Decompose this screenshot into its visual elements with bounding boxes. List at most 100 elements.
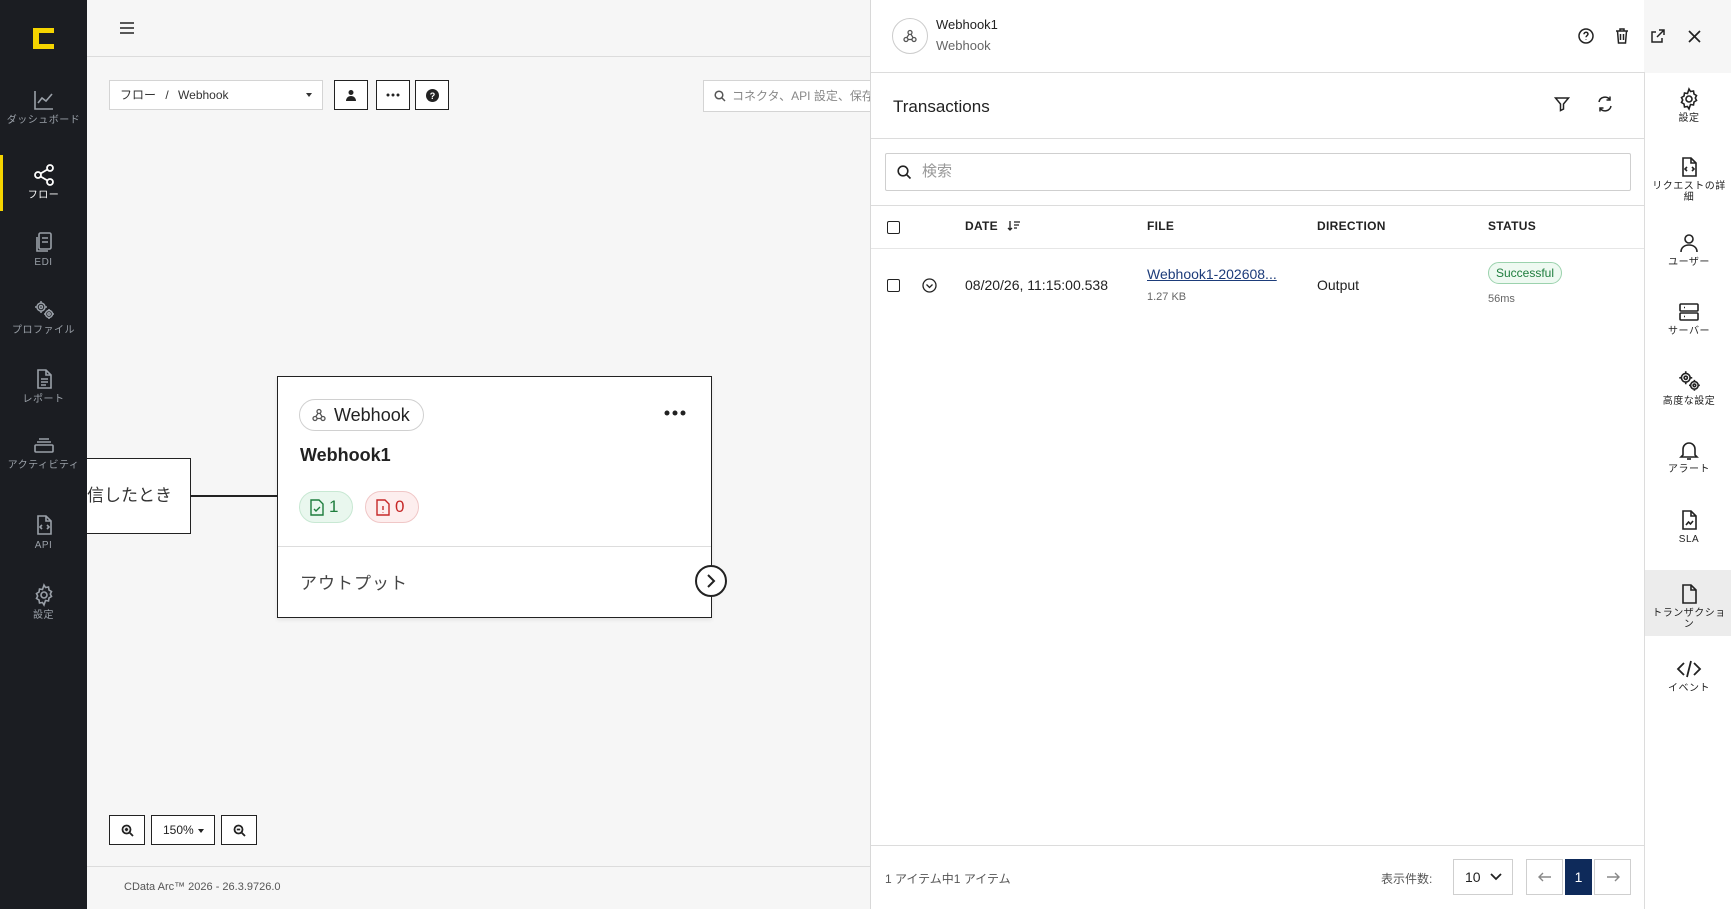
select-all-checkbox[interactable]	[887, 221, 900, 234]
panel-subtitle: Webhook	[936, 38, 991, 53]
transactions-title: Transactions	[893, 97, 990, 116]
nav-item-flow[interactable]: フロー	[0, 155, 87, 211]
flow-connector-line	[191, 495, 281, 497]
rail-item-transactions[interactable]: トランザクション	[1645, 570, 1731, 636]
column-header-date[interactable]: DATE	[965, 219, 1021, 233]
output-port-button[interactable]	[695, 565, 727, 597]
nav-item-settings[interactable]: 設定	[0, 575, 87, 637]
edi-icon	[35, 232, 52, 252]
webhook-icon	[903, 29, 917, 43]
rail-item-sla[interactable]: SLA	[1645, 496, 1731, 560]
transaction-search-input[interactable]: 検索	[885, 153, 1631, 191]
left-nav: ダッシュボード フロー EDI プロファイル レポート アクティビティ API …	[0, 0, 87, 909]
webhook-icon	[312, 408, 326, 422]
rail-item-request-details[interactable]: リクエストの詳細	[1645, 143, 1731, 213]
panel-title: Webhook1	[936, 17, 998, 32]
help-button[interactable]: ?	[415, 80, 449, 110]
breadcrumb-root[interactable]: フロー	[120, 88, 156, 102]
row-file-link[interactable]: Webhook1-202608...	[1147, 266, 1277, 282]
nav-item-report[interactable]: レポート	[0, 359, 87, 421]
zoom-out-button[interactable]	[221, 815, 257, 845]
search-placeholder: 検索	[922, 163, 953, 180]
divider	[871, 845, 1644, 846]
zoom-in-button[interactable]	[109, 815, 145, 845]
nav-item-dashboard[interactable]: ダッシュボード	[0, 80, 87, 142]
nav-item-activity[interactable]: アクティビティ	[0, 425, 87, 487]
rail-label: 高度な設定	[1662, 396, 1716, 407]
open-external-button[interactable]	[1648, 26, 1668, 46]
flow-breadcrumb-select[interactable]: フロー / Webhook	[109, 80, 323, 110]
error-count-badge[interactable]: 0	[365, 491, 419, 523]
column-header-file[interactable]: FILE	[1147, 219, 1174, 233]
pagination-info: 1 アイテム中1 アイテム	[885, 872, 1011, 886]
rail-label: サーバー	[1668, 326, 1710, 337]
status-badge: Successful	[1488, 262, 1563, 284]
webhook-connector-node[interactable]: Webhook Webhook1 1 0 アウトプット	[277, 376, 727, 618]
help-icon: ?	[425, 88, 439, 102]
page-1-button[interactable]: 1	[1565, 859, 1592, 895]
close-button[interactable]	[1684, 26, 1704, 46]
file-check-icon	[310, 498, 324, 516]
rail-item-users[interactable]: ユーザー	[1645, 219, 1731, 283]
column-header-direction[interactable]: DIRECTION	[1317, 219, 1386, 233]
flow-icon	[33, 164, 54, 186]
ellipsis-icon	[386, 93, 400, 97]
breadcrumb-current: Webhook	[178, 88, 229, 102]
search-placeholder: コネクタ、API 設定、保存	[732, 89, 870, 103]
cdata-logo-icon[interactable]	[31, 26, 56, 51]
help-button[interactable]	[1576, 26, 1596, 46]
sort-desc-icon	[1007, 221, 1020, 231]
chevron-right-icon	[707, 574, 716, 588]
page-size-select[interactable]: 10	[1453, 859, 1513, 895]
rail-label: 設定	[1678, 113, 1700, 124]
connector-search-input[interactable]: コネクタ、API 設定、保存	[703, 80, 870, 112]
rail-label: リクエストの詳細	[1652, 181, 1726, 203]
rail-item-settings[interactable]: 設定	[1645, 75, 1731, 139]
rail-label: イベント	[1668, 683, 1710, 694]
divider	[87, 866, 870, 867]
chevron-down-icon	[1490, 873, 1502, 881]
advanced-gears-icon	[1679, 371, 1700, 391]
delete-button[interactable]	[1612, 26, 1632, 46]
report-icon	[36, 369, 52, 389]
rail-item-advanced[interactable]: 高度な設定	[1645, 356, 1731, 420]
nav-item-profile[interactable]: プロファイル	[0, 290, 87, 352]
filter-icon[interactable]	[1554, 96, 1570, 112]
nav-label: レポート	[22, 394, 65, 405]
transaction-icon	[1682, 584, 1697, 604]
success-count-badge[interactable]: 1	[299, 491, 353, 523]
rail-item-server[interactable]: サーバー	[1645, 288, 1731, 352]
nav-item-api[interactable]: API	[0, 505, 87, 567]
previous-page-button[interactable]	[1526, 859, 1563, 895]
rail-label: SLA	[1678, 534, 1700, 545]
rail-item-alerts[interactable]: アラート	[1645, 426, 1731, 490]
external-link-icon	[1651, 29, 1665, 43]
refresh-icon[interactable]	[1596, 95, 1614, 113]
next-page-button[interactable]	[1594, 859, 1631, 895]
bell-icon	[1679, 442, 1699, 460]
code-icon	[1676, 660, 1702, 678]
row-direction: Output	[1317, 277, 1360, 293]
trigger-node[interactable]: 信したとき	[87, 458, 191, 534]
arrow-right-icon	[1606, 872, 1620, 882]
divider	[871, 205, 1644, 206]
column-header-status[interactable]: STATUS	[1488, 219, 1536, 233]
activity-icon	[33, 438, 54, 453]
node-output-label: アウトプット	[300, 574, 408, 593]
zoom-level-select[interactable]: 150%	[151, 815, 215, 845]
chevron-down-icon	[198, 829, 204, 833]
request-detail-icon	[1682, 157, 1697, 177]
row-duration: 56ms	[1488, 293, 1515, 305]
more-options-button[interactable]	[376, 80, 410, 110]
hamburger-menu-icon[interactable]	[119, 20, 135, 36]
row-checkbox[interactable]	[887, 279, 900, 292]
expand-chevron-icon[interactable]	[922, 278, 937, 293]
node-more-icon[interactable]	[664, 407, 686, 419]
user-button[interactable]	[334, 80, 368, 110]
connector-type-label: Webhook	[334, 405, 410, 425]
nav-item-edi[interactable]: EDI	[0, 222, 87, 284]
nav-label: プロファイル	[12, 325, 75, 336]
rail-item-events[interactable]: イベント	[1645, 645, 1731, 709]
zoom-level: 150%	[163, 823, 194, 837]
api-icon	[36, 515, 52, 535]
